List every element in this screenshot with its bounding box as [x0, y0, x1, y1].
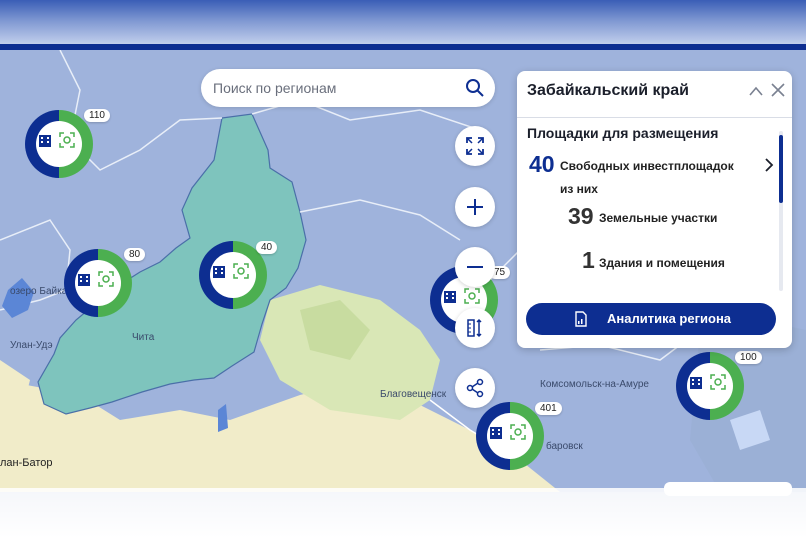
panel-subtitle: Площадки для размещения: [527, 125, 719, 141]
close-icon[interactable]: [771, 83, 785, 97]
search-placeholder: Поиск по регионам: [213, 80, 337, 96]
scan-icon: [233, 263, 249, 279]
scan-icon: [710, 374, 726, 390]
partial-card: [664, 482, 792, 496]
region-search[interactable]: Поиск по регионам: [201, 69, 495, 107]
free-sites-count: 40: [529, 151, 555, 177]
zoom-out-icon: [467, 266, 483, 268]
free-sites-sublabel: из них: [560, 182, 598, 196]
zoom-out-button[interactable]: [455, 247, 495, 287]
marker-count-badge: 110: [84, 109, 110, 122]
ruler-icon: [467, 318, 482, 338]
search-icon[interactable]: [465, 78, 485, 98]
ruler-button[interactable]: [455, 308, 495, 348]
map-label-khabarovsk: баровск: [546, 441, 583, 452]
scan-icon: [510, 424, 526, 440]
building-icon: [690, 377, 702, 389]
share-icon: [466, 378, 484, 398]
land-plots-count: 39: [568, 203, 594, 229]
map-label-chita: Чита: [132, 332, 155, 343]
marker-count-badge: 401: [535, 402, 562, 415]
region-marker[interactable]: [476, 402, 544, 470]
region-analytics-label: Аналитика региона: [607, 311, 732, 326]
panel-divider: [517, 117, 792, 118]
region-marker[interactable]: [676, 352, 744, 420]
panel-title: Забайкальский край: [527, 82, 689, 99]
marker-count-badge: 100: [735, 351, 762, 364]
building-icon: [39, 135, 51, 147]
zoom-in-icon: [467, 199, 483, 215]
region-info-panel: Забайкальский край Площадки для размещен…: [517, 71, 792, 348]
buildings-label: Здания и помещения: [599, 256, 725, 270]
region-marker[interactable]: [64, 249, 132, 317]
chevron-right-icon: [765, 158, 774, 172]
region-marker[interactable]: [25, 110, 93, 178]
free-sites-label: Свободных инвестплощадок: [560, 159, 734, 173]
scan-icon: [98, 271, 114, 287]
building-icon: [490, 427, 502, 439]
map-label-blagoveshchensk: Благовещенск: [380, 389, 447, 400]
panel-scrollbar-thumb[interactable]: [779, 135, 783, 203]
collapse-icon[interactable]: [749, 85, 763, 97]
building-icon: [213, 266, 225, 278]
top-banner: [0, 0, 806, 46]
map-label-ulan-ude: Улан-Удэ: [10, 340, 53, 351]
report-icon: [575, 311, 587, 327]
buildings-count: 1: [582, 247, 595, 273]
land-plots-label: Земельные участки: [599, 211, 718, 225]
fullscreen-button[interactable]: [455, 126, 495, 166]
marker-count-badge: 40: [256, 241, 278, 254]
zoom-in-button[interactable]: [455, 187, 495, 227]
building-icon: [78, 274, 90, 286]
scan-icon: [59, 132, 75, 148]
free-sites-row[interactable]: 40 Свободных инвестплощадок из них: [527, 149, 777, 197]
scan-icon: [464, 288, 480, 304]
marker-count-badge: 80: [124, 248, 146, 261]
fullscreen-icon: [466, 137, 484, 155]
map-label-ulan-bator: лан-Батор: [0, 457, 53, 469]
region-analytics-button[interactable]: Аналитика региона: [526, 303, 776, 335]
map-label-komsomolsk: Комсомольск-на-Амуре: [540, 379, 649, 390]
building-icon: [444, 291, 456, 303]
share-button[interactable]: [455, 368, 495, 408]
